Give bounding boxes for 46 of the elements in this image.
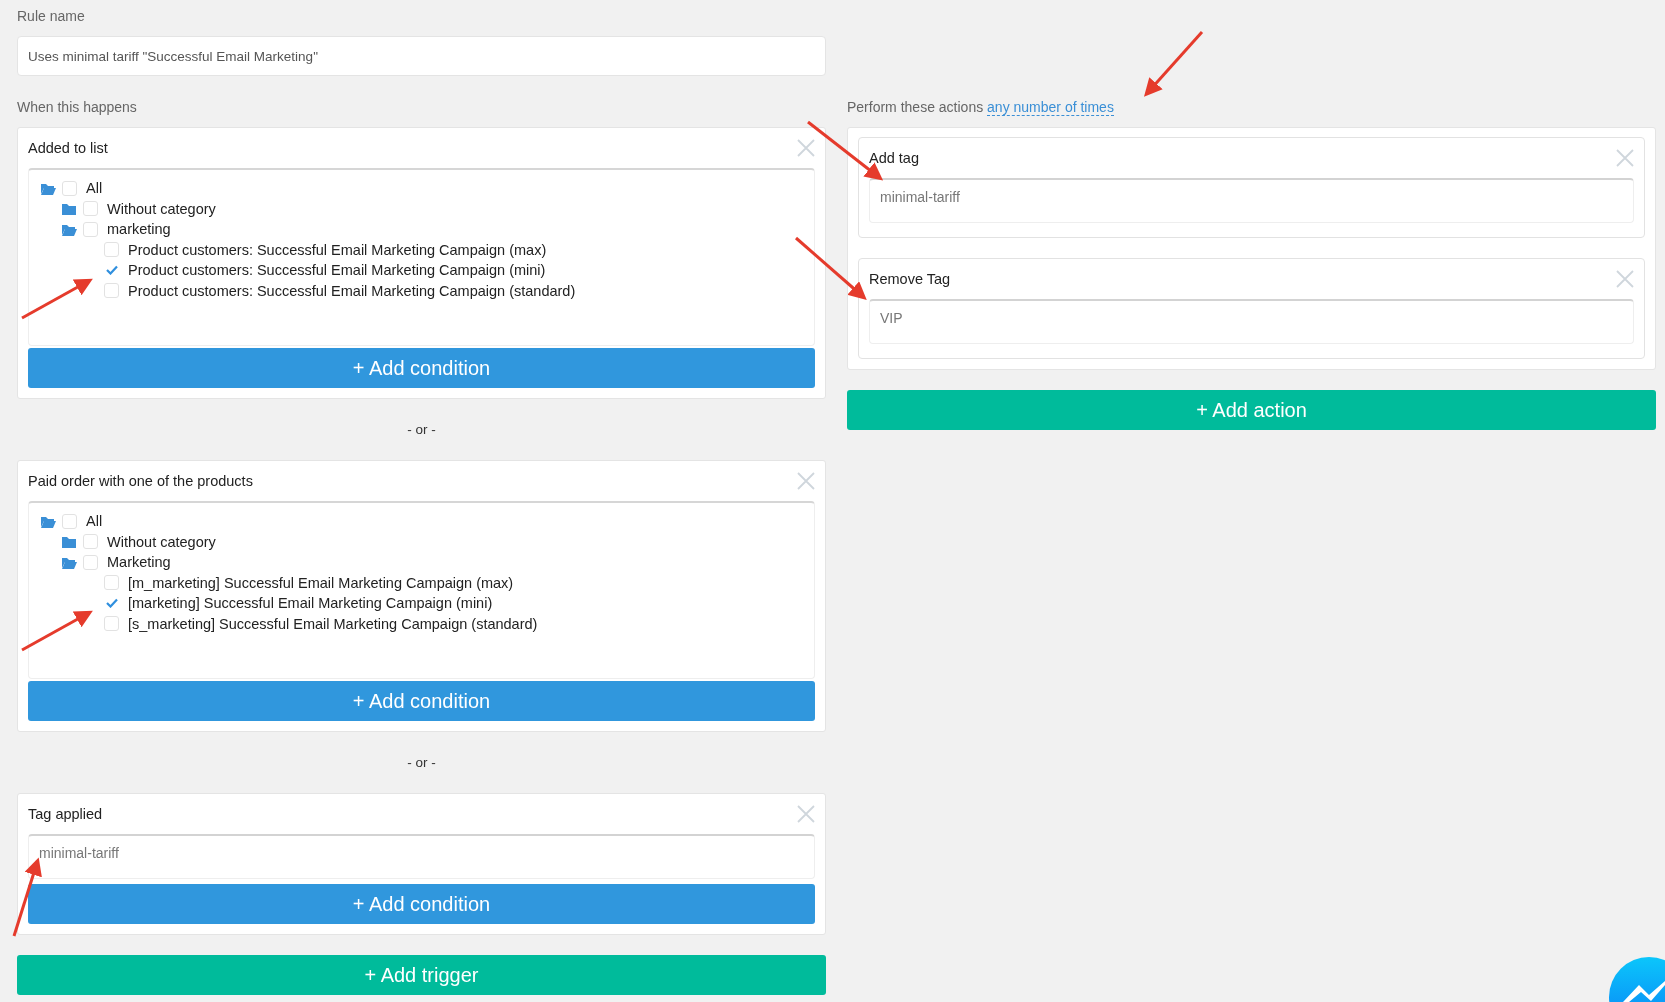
tree-item-label[interactable]: [m_marketing] Successful Email Marketing Campaign (max) [128, 574, 514, 591]
tree-item-label[interactable]: Marketing [107, 554, 171, 571]
card-title: Tag applied [28, 806, 103, 822]
card-title: Added to list [28, 140, 108, 156]
card-title: Add tag [869, 150, 919, 166]
tree-item-label[interactable]: Without category [107, 533, 216, 550]
close-icon[interactable] [1615, 269, 1635, 289]
tree-item-label[interactable]: Product customers: Successful Email Marketing Campaign (max) [128, 241, 547, 258]
tree-item-label[interactable]: All [86, 180, 103, 197]
card-title: Remove Tag [869, 271, 951, 287]
tree-item-label[interactable]: All [86, 513, 103, 530]
checkbox[interactable] [83, 201, 98, 217]
rule-name-field[interactable]: Uses minimal tariff "Successful Email Marketing" [17, 36, 826, 76]
checkbox[interactable] [83, 221, 98, 237]
close-icon[interactable] [1615, 148, 1635, 168]
checkbox[interactable] [104, 283, 119, 299]
checkbox[interactable] [83, 554, 98, 570]
field-label: Rule name [17, 7, 85, 25]
checkbox[interactable] [104, 242, 119, 258]
tree-item-label[interactable]: Without category [107, 200, 216, 217]
annotation-arrow [1144, 31, 1204, 97]
tag-input-field[interactable]: VIP [869, 299, 1634, 344]
checkbox[interactable] [83, 534, 98, 550]
separator-text: - or - [407, 421, 436, 439]
checkbox[interactable] [104, 575, 119, 591]
section-label: When this happens [17, 98, 137, 116]
tree-item-label[interactable]: marketing [107, 221, 171, 238]
card-title: Paid order with one of the products [28, 473, 253, 489]
tree-item-label[interactable]: [marketing] Successful Email Marketing Campaign (mini) [128, 595, 493, 612]
tree-item-label[interactable]: Product customers: Successful Email Marketing Campaign (mini) [128, 262, 546, 279]
close-icon[interactable] [796, 804, 816, 824]
checkbox[interactable] [62, 180, 77, 196]
section-label: Perform these actions any number of times [847, 98, 1114, 116]
annotation-arrow [21, 610, 93, 652]
annotation-arrow [795, 236, 867, 300]
checkbox[interactable] [62, 513, 77, 529]
tag-input-field[interactable]: minimal-tariff [28, 834, 815, 879]
checkbox[interactable] [104, 616, 119, 632]
tag-input-field[interactable]: minimal-tariff [869, 178, 1634, 223]
tree-item-label[interactable]: [s_marketing] Successful Email Marketing Campaign (standard) [128, 615, 538, 632]
tree-item-label[interactable]: Product customers: Successful Email Marketing Campaign (standard) [128, 282, 576, 299]
close-icon[interactable] [796, 471, 816, 491]
chat-bubble-button[interactable] [1607, 955, 1665, 1002]
annotation-arrow [21, 278, 93, 320]
close-icon[interactable] [796, 138, 816, 158]
separator-text: - or - [407, 754, 436, 772]
